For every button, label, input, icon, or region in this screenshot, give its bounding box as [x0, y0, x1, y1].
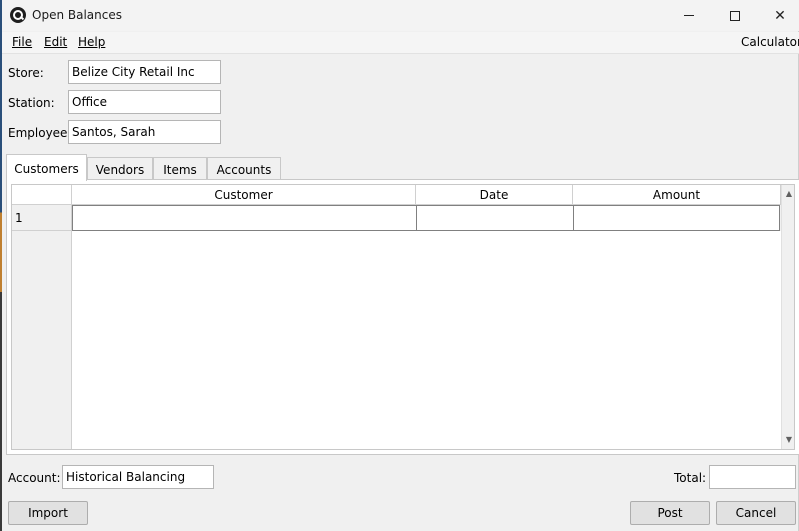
- total-field[interactable]: [709, 465, 796, 489]
- grid-empty-body: [72, 231, 781, 449]
- cancel-button[interactable]: Cancel: [716, 501, 796, 525]
- grid-corner-header[interactable]: [12, 185, 72, 205]
- menu-file-label: File: [12, 35, 33, 49]
- menu-file[interactable]: File: [12, 35, 32, 49]
- tab-accounts[interactable]: Accounts: [207, 157, 281, 180]
- menu-edit-label: Edit: [44, 35, 68, 49]
- maximize-button[interactable]: [712, 0, 758, 31]
- customers-tab-panel: Customer Date Amount 1 ▲ ▼: [6, 179, 799, 455]
- grid-vertical-scrollbar[interactable]: ▲ ▼: [781, 185, 794, 449]
- calculator-link[interactable]: Calculator: [741, 35, 799, 49]
- cell-amount[interactable]: [573, 205, 780, 231]
- column-header-amount[interactable]: Amount: [573, 185, 781, 205]
- tab-customers[interactable]: Customers: [6, 154, 87, 181]
- import-button[interactable]: Import: [8, 501, 88, 525]
- account-label: Account:: [8, 471, 61, 485]
- menu-help[interactable]: Help: [78, 35, 105, 49]
- total-label: Total:: [674, 471, 707, 485]
- scroll-down-arrow-icon[interactable]: ▼: [782, 433, 794, 447]
- column-header-customer[interactable]: Customer: [72, 185, 416, 205]
- window-title: Open Balances: [32, 8, 122, 22]
- menu-bar: File Edit Help Calculator: [2, 32, 799, 54]
- close-button[interactable]: ✕: [757, 0, 799, 31]
- title-bar: Open Balances ✕: [2, 0, 799, 31]
- row-header-1[interactable]: 1: [12, 205, 72, 231]
- column-header-date[interactable]: Date: [416, 185, 573, 205]
- minimize-button[interactable]: [666, 0, 712, 31]
- maximize-icon: [730, 10, 740, 21]
- menu-edit[interactable]: Edit: [44, 35, 67, 49]
- menu-help-label: Help: [78, 35, 106, 49]
- account-field[interactable]: Historical Balancing: [62, 465, 214, 489]
- cell-customer[interactable]: [72, 205, 417, 231]
- employee-label: Employee:: [8, 126, 72, 140]
- post-button[interactable]: Post: [630, 501, 710, 525]
- minimize-icon: [684, 15, 694, 16]
- close-icon: ✕: [774, 7, 786, 24]
- store-field[interactable]: Belize City Retail Inc: [68, 60, 221, 84]
- store-label: Store:: [8, 66, 44, 80]
- open-balances-window: Open Balances ✕ File Edit Help Calculato…: [2, 0, 799, 531]
- tab-vendors[interactable]: Vendors: [87, 157, 153, 180]
- station-label: Station:: [8, 96, 55, 110]
- open-balances-grid[interactable]: Customer Date Amount 1 ▲ ▼: [11, 184, 795, 450]
- tab-items[interactable]: Items: [153, 157, 207, 180]
- app-logo-icon: [10, 7, 26, 23]
- employee-field[interactable]: Santos, Sarah: [68, 120, 221, 144]
- cell-date[interactable]: [416, 205, 574, 231]
- scroll-up-arrow-icon[interactable]: ▲: [782, 187, 794, 201]
- row-header-empty-area: [12, 231, 72, 449]
- station-field[interactable]: Office: [68, 90, 221, 114]
